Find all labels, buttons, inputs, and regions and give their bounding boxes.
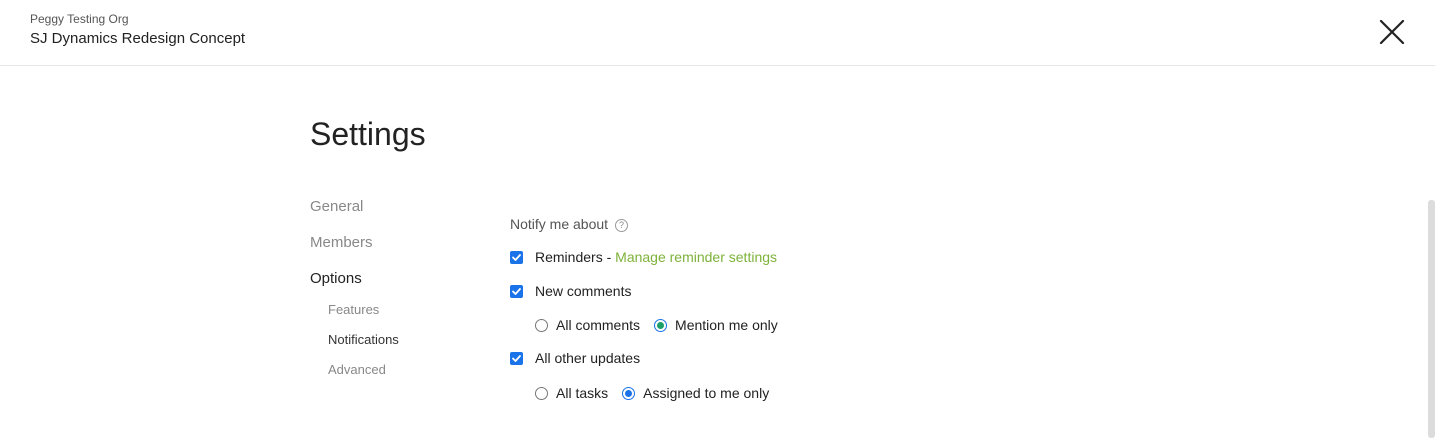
nav-subitem-features[interactable]: Features (328, 302, 379, 317)
new-comments-row: New comments (510, 283, 631, 299)
all-comments-radio[interactable] (535, 318, 548, 332)
notify-label-text: Notify me about (510, 216, 609, 232)
nav-item-options[interactable]: Options (310, 270, 362, 287)
org-name: Peggy Testing Org (30, 12, 129, 26)
nav-item-members[interactable]: Members (310, 234, 373, 251)
all-other-updates-label: All other updates (535, 350, 641, 366)
all-other-updates-row: All other updates (510, 350, 640, 366)
close-icon (1379, 19, 1405, 45)
new-comments-checkbox[interactable] (510, 284, 523, 298)
reminders-row: Reminders - Manage reminder settings (510, 249, 777, 265)
page-title: Settings (310, 116, 426, 152)
mention-me-only-radio[interactable] (654, 318, 668, 332)
header-bar: Peggy Testing Org SJ Dynamics Redesign C… (0, 0, 1435, 66)
assigned-to-me-only-label: Assigned to me only (643, 385, 770, 401)
close-button[interactable] (1376, 16, 1408, 48)
all-other-updates-checkbox[interactable] (510, 351, 523, 365)
manage-reminder-settings-link[interactable]: Manage reminder settings (615, 249, 777, 265)
project-name: SJ Dynamics Redesign Concept (30, 30, 246, 47)
nav-subitem-advanced[interactable]: Advanced (328, 362, 386, 377)
nav-item-general[interactable]: General (310, 198, 363, 215)
new-comments-label: New comments (535, 283, 632, 299)
reminders-label: Reminders (535, 249, 603, 265)
reminders-separator: - (602, 249, 616, 265)
updates-radio-group: All tasks Assigned to me only (535, 385, 769, 401)
checkmark-icon (512, 354, 521, 362)
notify-section-label: Notify me about ? (510, 216, 629, 232)
checkmark-icon (512, 253, 521, 261)
help-icon[interactable]: ? (615, 218, 629, 232)
comments-radio-group: All comments Mention me only (535, 317, 778, 333)
nav-subitem-notifications[interactable]: Notifications (328, 332, 399, 347)
all-tasks-label: All tasks (556, 385, 609, 401)
reminders-checkbox[interactable] (510, 250, 523, 264)
scrollbar[interactable] (1428, 200, 1435, 438)
all-comments-label: All comments (556, 317, 641, 333)
all-tasks-radio[interactable] (535, 386, 548, 400)
mention-me-only-label: Mention me only (675, 317, 778, 333)
checkmark-icon (512, 287, 521, 295)
assigned-to-me-only-radio[interactable] (622, 386, 636, 400)
